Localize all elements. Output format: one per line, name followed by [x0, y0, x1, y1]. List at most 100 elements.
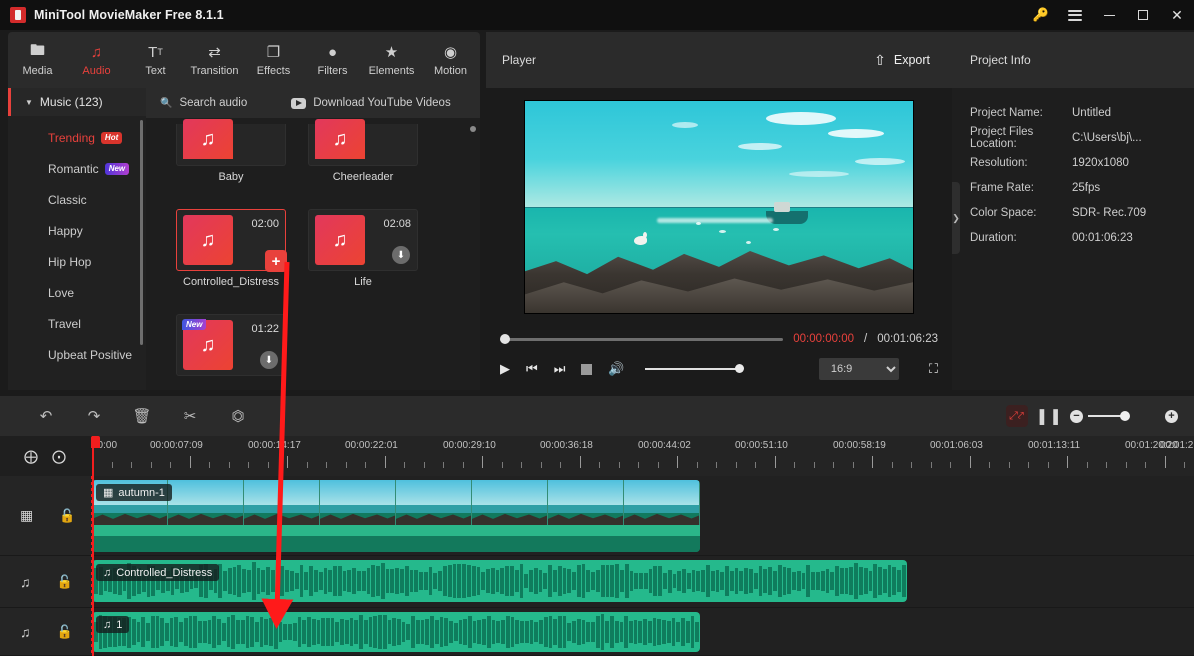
fit-to-screen-icon[interactable]: ⤢⤤: [1005, 405, 1028, 427]
waveform-bar: [337, 566, 342, 596]
ruler-tick: [521, 462, 522, 468]
waveform-bar: [150, 616, 155, 648]
hamburger-menu-icon[interactable]: [1058, 0, 1092, 30]
download-youtube-button[interactable]: Download YouTube Videos: [291, 97, 451, 109]
progress-knob[interactable]: [500, 334, 510, 344]
tab-transition[interactable]: ⇄ Transition: [185, 32, 244, 88]
waveform-bar: [671, 618, 676, 646]
waveform-bar: [439, 616, 444, 648]
add-to-timeline-button[interactable]: +: [265, 250, 287, 272]
sidebar-item-trending[interactable]: Trending Hot: [8, 122, 146, 153]
sidebar-item-romantic[interactable]: Romantic New: [8, 153, 146, 184]
play-icon[interactable]: ▶: [500, 361, 510, 377]
audio-card-life[interactable]: ♫ 02:08 ⬇ Life: [308, 209, 418, 302]
info-key: Duration:: [970, 231, 1017, 244]
tab-media[interactable]: 🖿 Media: [8, 32, 67, 88]
music-note-icon: New ♫: [182, 319, 233, 370]
maximize-icon[interactable]: [1126, 0, 1160, 30]
tab-motion[interactable]: ◉ Motion: [421, 32, 480, 88]
trash-icon[interactable]: 🗑: [118, 396, 166, 436]
key-icon[interactable]: 🔑: [1024, 0, 1058, 30]
timeline-ruler[interactable]: ⨁ ⨀ 00:00 00:00:07:09 00:00:14:17 00:00:22:…: [0, 436, 1194, 476]
track-area[interactable]: ♫ 1: [92, 608, 1194, 655]
playback-progress-slider[interactable]: [500, 334, 784, 344]
zoom-in-icon[interactable]: +: [1165, 409, 1178, 423]
sidebar-item-classic[interactable]: Classic: [8, 184, 146, 215]
minimize-icon[interactable]: [1092, 0, 1126, 30]
close-icon[interactable]: ✕: [1160, 0, 1194, 30]
waveform-bar: [486, 568, 490, 594]
export-button[interactable]: ⇧ Export: [874, 52, 930, 69]
audio-card[interactable]: New ♫ 01:22 ⬇: [176, 314, 286, 390]
tab-effects[interactable]: ❐ Effects: [244, 32, 303, 88]
search-input[interactable]: 🔍 Search audio: [160, 97, 247, 109]
aspect-ratio-select[interactable]: 16:9: [818, 358, 899, 380]
waveform-bar: [562, 615, 567, 649]
audio-card[interactable]: ♫ Cheerleader: [308, 119, 418, 197]
zoom-out-icon[interactable]: −: [1070, 409, 1083, 423]
waveform-bar: [690, 615, 695, 649]
panel-collapse-handle[interactable]: ❯: [952, 182, 960, 254]
audio-card-box[interactable]: ♫ 02:08 ⬇: [308, 209, 418, 271]
audio-card-box[interactable]: ♫: [308, 119, 418, 166]
tab-elements[interactable]: ★ Elements: [362, 32, 421, 88]
audio-card-box[interactable]: New ♫ 01:22 ⬇: [176, 314, 286, 376]
video-preview[interactable]: [524, 100, 914, 314]
redo-arrow-icon[interactable]: ↷: [70, 396, 118, 436]
volume-icon[interactable]: 🔊: [608, 361, 624, 377]
split-view-icon[interactable]: ▌▐: [1040, 409, 1058, 424]
previous-frame-icon[interactable]: ⏮: [526, 361, 538, 377]
project-info-row: Frame Rate: 25fps: [952, 175, 1194, 200]
music-group-label: Music (123): [39, 95, 103, 109]
export-upload-icon: ⇧: [874, 51, 886, 68]
tab-text[interactable]: TT Text: [126, 32, 185, 88]
zoom-slider[interactable]: [1088, 411, 1160, 421]
unlock-icon[interactable]: 🔓: [57, 574, 73, 590]
playhead-handle[interactable]: [91, 436, 100, 448]
video-clip[interactable]: ▦ autumn-1: [92, 480, 700, 552]
fullscreen-icon[interactable]: ⛶: [929, 361, 938, 377]
scissors-icon[interactable]: ✂: [166, 396, 214, 436]
waveform-bar: [363, 619, 368, 645]
sidebar-item-travel[interactable]: Travel: [8, 308, 146, 339]
transition-icon: ⇄: [208, 44, 221, 61]
waveform-bar: [227, 568, 232, 594]
audio-card[interactable]: ♫ Baby: [176, 119, 286, 197]
download-icon[interactable]: ⬇: [260, 351, 278, 369]
playhead[interactable]: [92, 436, 94, 656]
audio-clip-1[interactable]: ♫ 1: [92, 612, 700, 652]
sidebar-item-love[interactable]: Love: [8, 277, 146, 308]
timeline-tracks: ▦ 🔓 ▦ autumn-1 ♫ 🔓 ♫ Controlled_Distress…: [0, 476, 1194, 656]
waveform-bar: [307, 616, 311, 648]
volume-slider[interactable]: [644, 364, 744, 373]
track-area[interactable]: ▦ autumn-1: [92, 476, 1194, 555]
stop-icon[interactable]: [581, 363, 593, 375]
remove-track-icon[interactable]: ⨀: [52, 448, 66, 465]
sidebar-item-happy[interactable]: Happy: [8, 215, 146, 246]
waveform-bar: [342, 571, 347, 591]
sidebar-item-hip-hop[interactable]: Hip Hop: [8, 246, 146, 277]
waveform-bar: [615, 563, 619, 599]
waveform-bar: [553, 618, 557, 645]
waveform-bar: [839, 567, 844, 595]
unlock-icon[interactable]: 🔓: [57, 624, 73, 640]
next-frame-icon[interactable]: ⏭: [554, 361, 566, 377]
audio-card-controlled-distress[interactable]: ♫ 02:00 + Controlled_Distress: [176, 209, 287, 302]
track-area[interactable]: ♫ Controlled_Distress: [92, 556, 1194, 607]
crop-icon[interactable]: ⏣: [214, 396, 262, 436]
filters-icon: ●: [327, 43, 338, 61]
unlock-icon[interactable]: 🔓: [59, 508, 75, 524]
audio-library-panel: 🔍 Search audio Download YouTube Videos ♫…: [146, 88, 480, 390]
add-track-icon[interactable]: ⨁: [24, 448, 38, 465]
music-group-header[interactable]: ▼ Music (123): [8, 88, 146, 116]
category-scrollbar[interactable]: [140, 120, 143, 345]
undo-arrow-icon[interactable]: ↶: [22, 396, 70, 436]
audio-card-box[interactable]: ♫: [176, 119, 286, 166]
tab-filters[interactable]: ● Filters: [303, 32, 362, 88]
audio-clip-controlled-distress[interactable]: ♫ Controlled_Distress: [92, 560, 907, 602]
download-icon[interactable]: ⬇: [392, 246, 410, 264]
audio-card-box[interactable]: ♫ 02:00 +: [176, 209, 287, 272]
library-scrollbar[interactable]: [470, 126, 476, 132]
sidebar-item-upbeat-positive[interactable]: Upbeat Positive: [8, 339, 146, 370]
tab-audio[interactable]: ♫ Audio: [67, 32, 126, 88]
